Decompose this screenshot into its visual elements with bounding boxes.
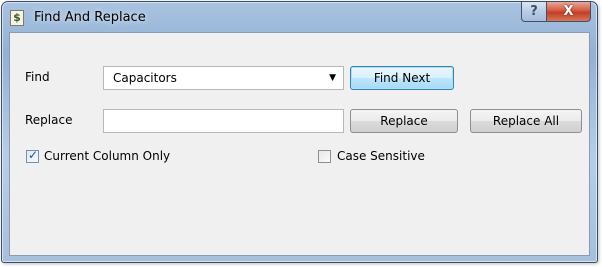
current-column-only-label[interactable]: Current Column Only	[44, 149, 170, 163]
find-replace-window: $ Find And Replace ? X Find Capacitors ▼…	[1, 1, 598, 263]
title-bar[interactable]: $ Find And Replace ? X	[2, 2, 597, 32]
chevron-down-icon[interactable]: ▼	[329, 73, 336, 83]
replace-all-button[interactable]: Replace All	[470, 109, 582, 133]
replace-label: Replace	[25, 113, 73, 127]
find-next-button[interactable]: Find Next	[350, 66, 454, 90]
current-column-only-checkbox[interactable]: ✓	[26, 148, 39, 163]
case-sensitive-label[interactable]: Case Sensitive	[337, 149, 425, 163]
find-label: Find	[25, 70, 50, 84]
find-combobox[interactable]: Capacitors ▼	[103, 66, 344, 90]
window-title: Find And Replace	[34, 10, 146, 25]
close-icon: X	[563, 4, 574, 19]
find-value: Capacitors	[113, 71, 177, 85]
close-button[interactable]: X	[547, 2, 591, 22]
replace-button[interactable]: Replace	[350, 109, 458, 133]
dollar-sheet-icon: $	[10, 10, 24, 26]
case-sensitive-checkbox[interactable]	[318, 150, 331, 163]
caption-buttons: ? X	[521, 2, 591, 22]
replace-input[interactable]	[103, 109, 344, 133]
check-icon: ✓	[27, 148, 39, 162]
help-button[interactable]: ?	[521, 2, 547, 22]
dialog-body: Find Capacitors ▼ Find Next Replace Repl…	[9, 32, 590, 256]
help-icon: ?	[530, 4, 538, 19]
